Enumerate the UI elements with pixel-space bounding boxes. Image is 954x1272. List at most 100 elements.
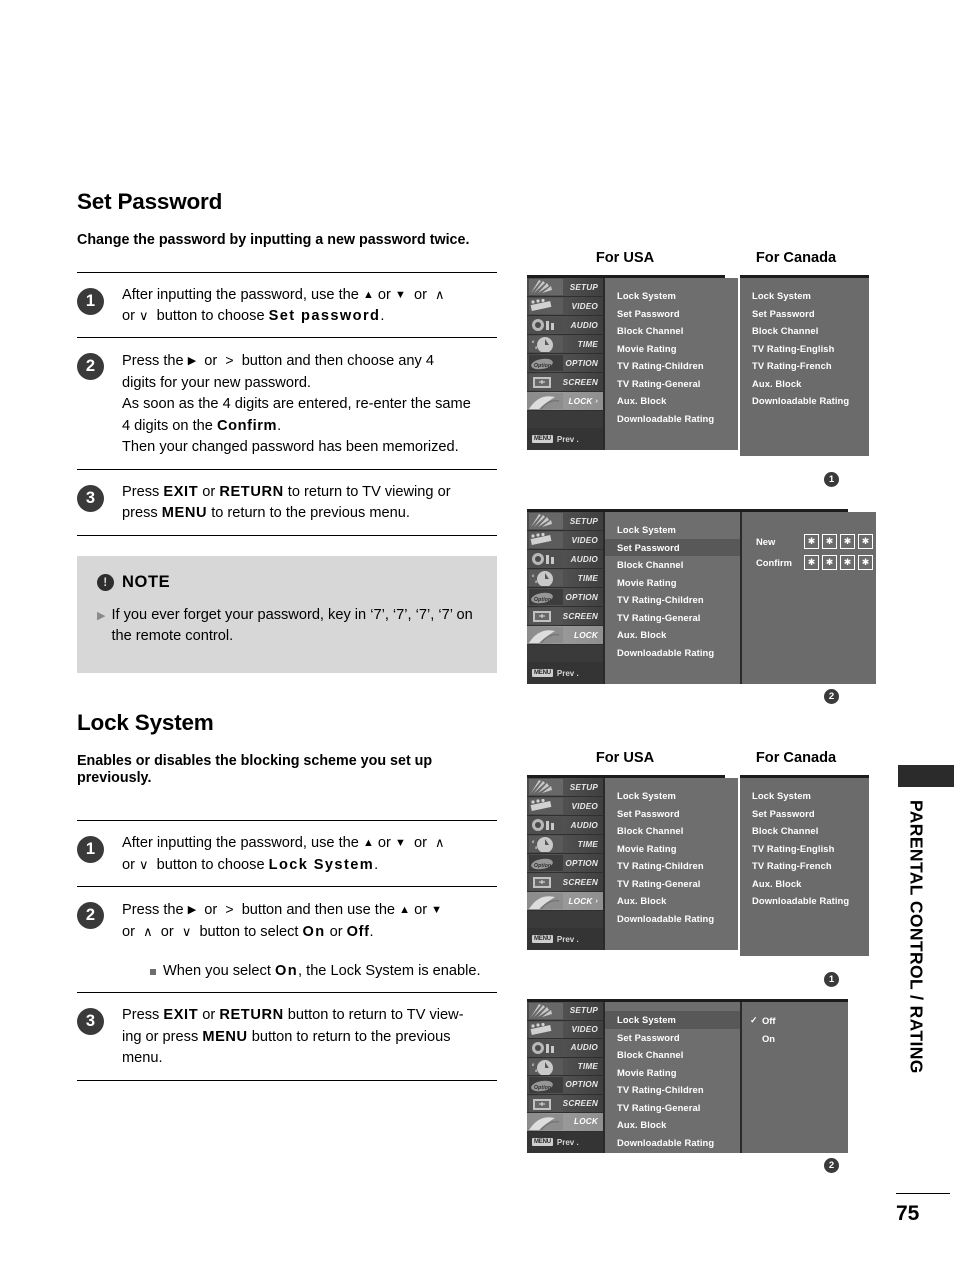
sidebar-item-label: OPTION [565,358,598,368]
sidebar-item-setup[interactable]: SETUP [527,278,603,297]
list-item[interactable]: TV Rating-Children [616,857,738,875]
option-item-off[interactable]: ✓ Off [750,1012,848,1030]
step-text-fragment: or [413,835,427,852]
svg-text:Option: Option [534,363,551,369]
password-digit-box[interactable]: ✱ [822,555,837,570]
osd-footer: MENU Prev . [527,928,603,950]
list-item[interactable]: Block Channel [751,322,869,340]
list-item[interactable]: Movie Rating [616,840,738,858]
list-item[interactable]: Aux. Block [616,892,738,910]
password-digit-box[interactable]: ✱ [804,555,819,570]
option-label: On [762,1032,776,1044]
sidebar-item-audio[interactable]: AUDIO [527,550,603,569]
sidebar-item-time[interactable]: 6 5 TIME [527,335,603,354]
confirm-password-input[interactable]: ✱ ✱ ✱ ✱ [804,555,876,570]
sidebar-item-lock[interactable]: LOCK [527,1113,603,1132]
list-item[interactable]: Downloadable Rating [616,410,738,428]
sidebar-item-lock[interactable]: LOCK › [527,392,603,411]
list-item[interactable]: TV Rating-Children [616,591,740,609]
list-item[interactable]: Movie Rating [616,1064,740,1082]
sidebar-item-video[interactable]: VIDEO [527,531,603,550]
sidebar-item-option[interactable]: Option OPTION [527,588,603,607]
password-digit-box[interactable]: ✱ [840,534,855,549]
list-item[interactable]: Aux. Block [616,626,740,644]
list-item[interactable]: Aux. Block [616,392,738,410]
password-digit-box[interactable]: ✱ [858,555,873,570]
list-item[interactable]: Block Channel [616,556,740,574]
list-item[interactable]: Lock System [616,521,740,539]
sidebar-item-setup[interactable]: SETUP [527,778,603,797]
sidebar-item-time[interactable]: 6 5 TIME [527,835,603,854]
list-item[interactable]: Lock System [616,287,738,305]
list-item[interactable]: Set Password [751,805,869,823]
list-item[interactable]: Aux. Block [751,875,869,893]
list-item[interactable]: Set Password [751,305,869,323]
sidebar-item-screen[interactable]: SCREEN [527,607,603,626]
sidebar-item-time[interactable]: 6 5 TIME [527,1057,603,1077]
sidebar-item-audio[interactable]: AUDIO [527,816,603,835]
list-item[interactable]: Movie Rating [616,340,738,358]
sidebar-item-option[interactable]: Option OPTION [527,354,603,373]
list-item[interactable]: Downloadable Rating [751,892,869,910]
step-text-fragment: to return to TV viewing or [287,483,451,500]
list-item[interactable]: TV Rating-General [616,375,738,393]
step-text-fragment: to return to the previous menu. [211,505,410,522]
sidebar-item-lock[interactable]: LOCK › [527,892,603,911]
list-item[interactable]: Lock System [616,787,738,805]
setup-icon [529,279,563,295]
sidebar-item-screen[interactable]: SCREEN [527,1094,603,1114]
sidebar-item-option[interactable]: Option OPTION [527,1076,603,1095]
sidebar-item-audio[interactable]: AUDIO [527,316,603,335]
list-item[interactable]: TV Rating-Children [616,1081,740,1099]
list-item[interactable]: Aux. Block [751,375,869,393]
option-item-on[interactable]: On [750,1030,848,1048]
list-item[interactable]: Movie Rating [616,574,740,592]
list-item[interactable]: TV Rating-French [751,857,869,875]
sidebar-item-screen[interactable]: SCREEN [527,373,603,392]
list-item[interactable]: Lock System [751,787,869,805]
list-item[interactable]: TV Rating-English [751,340,869,358]
list-item-selected[interactable]: Set Password▶ [605,538,758,556]
list-item[interactable]: Downloadable Rating [616,644,740,662]
list-item[interactable]: Lock System [751,287,869,305]
password-digit-box[interactable]: ✱ [822,534,837,549]
sidebar-item-label: LOCK [574,1117,598,1127]
list-item[interactable]: Set Password [616,1029,740,1047]
sidebar-item-audio[interactable]: AUDIO [527,1039,603,1058]
list-item[interactable]: Downloadable Rating [616,910,738,928]
sidebar-item-video[interactable]: VIDEO [527,797,603,816]
sidebar-item-setup[interactable]: SETUP [527,1002,603,1021]
list-item[interactable]: TV Rating-General [616,1099,740,1117]
sidebar-item-video[interactable]: VIDEO [527,297,603,316]
password-digit-box[interactable]: ✱ [858,534,873,549]
list-item[interactable]: Downloadable Rating [751,392,869,410]
list-item[interactable]: Set Password [616,305,738,323]
sidebar-item-setup[interactable]: SETUP [527,512,603,531]
password-digit-box[interactable]: ✱ [840,555,855,570]
triangle-right-icon [188,353,196,369]
list-item[interactable]: Block Channel [751,822,869,840]
list-item[interactable]: Set Password [616,805,738,823]
list-item[interactable]: TV Rating-General [616,609,740,627]
osd-sidebar: SETUP VIDEO AUDIO 6 5 TIME Option OPTION SC… [527,512,603,684]
menu-key-chip: MENU [532,1138,553,1147]
sidebar-item-option[interactable]: Option OPTION [527,854,603,873]
list-item[interactable]: Aux. Block [616,1116,740,1134]
list-item[interactable]: TV Rating-French [751,357,869,375]
password-digit-box[interactable]: ✱ [804,534,819,549]
list-item[interactable]: Downloadable Rating [616,1134,740,1152]
sidebar-item-lock[interactable]: LOCK [527,626,603,645]
list-item[interactable]: Block Channel [616,1046,740,1064]
sidebar-item-time[interactable]: 6 5 TIME [527,569,603,588]
sidebar-item-screen[interactable]: SCREEN [527,873,603,892]
list-item[interactable]: Block Channel [616,322,738,340]
list-item[interactable]: TV Rating-Children [616,357,738,375]
sidebar-item-label: VIDEO [571,535,598,545]
list-item[interactable]: TV Rating-English [751,840,869,858]
list-item[interactable]: TV Rating-General [616,875,738,893]
list-item[interactable]: Block Channel [616,822,738,840]
new-password-input[interactable]: ✱ ✱ ✱ ✱ [804,534,876,549]
list-item-selected[interactable]: Lock System▶ [605,1011,758,1029]
osd-footer: MENU Prev . [527,662,603,684]
sidebar-item-video[interactable]: VIDEO [527,1020,603,1040]
